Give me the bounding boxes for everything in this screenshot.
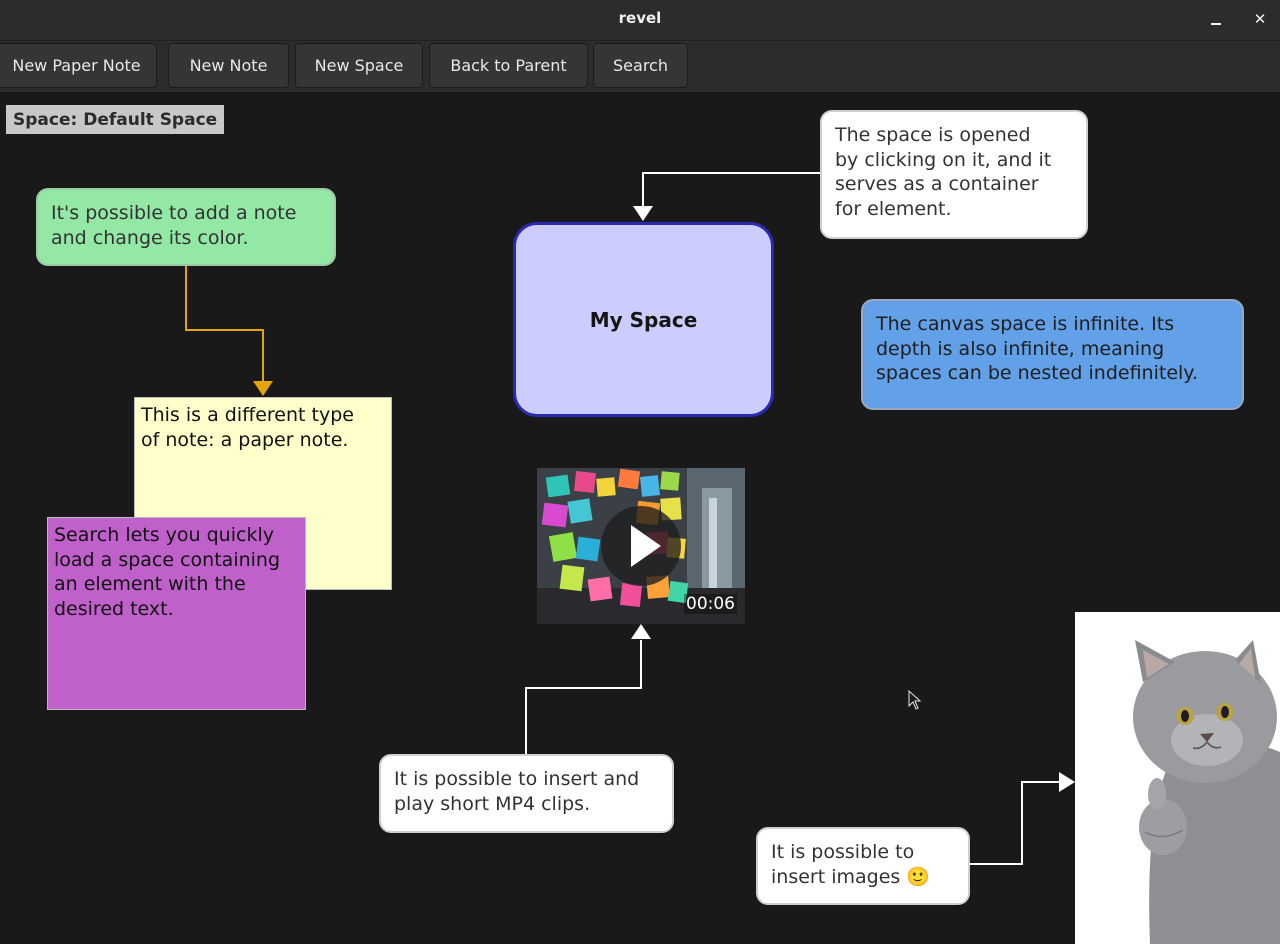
new-space-button[interactable]: New Space xyxy=(295,43,423,88)
toolbar: New Paper Note New Note New Space Back t… xyxy=(0,40,1280,92)
close-button[interactable]: ✕ xyxy=(1247,8,1273,32)
connector-mp4-to-video xyxy=(525,640,642,754)
video-duration: 00:06 xyxy=(684,594,737,614)
new-paper-note-button[interactable]: New Paper Note xyxy=(0,43,157,88)
arrowhead-video xyxy=(631,624,651,639)
play-button[interactable] xyxy=(601,506,681,586)
arrowhead-orange xyxy=(253,381,273,396)
minimize-icon xyxy=(1211,23,1221,25)
arrowhead-image xyxy=(1059,772,1075,792)
paper-note-purple[interactable]: Search lets you quickly load a space con… xyxy=(47,517,306,710)
mouse-pointer-icon xyxy=(908,690,922,710)
canvas[interactable]: Space: Default Space It's possible to ad… xyxy=(0,92,1280,944)
space-title: My Space xyxy=(589,307,698,332)
search-button[interactable]: Search xyxy=(593,43,688,88)
close-icon: ✕ xyxy=(1253,10,1267,28)
note-blue[interactable]: The canvas space is infinite. Its depth … xyxy=(861,299,1244,410)
connector-green-to-paper xyxy=(185,266,264,381)
play-icon xyxy=(631,525,661,567)
minimize-button[interactable] xyxy=(1203,8,1229,32)
window-title: revel xyxy=(618,9,662,27)
video-clip[interactable]: 00:06 xyxy=(537,468,745,624)
back-to-parent-button[interactable]: Back to Parent xyxy=(429,43,588,88)
title-bar[interactable]: revel ✕ xyxy=(0,0,1280,40)
note-images-info[interactable]: It is possible to insert images 🙂 xyxy=(756,827,970,905)
arrowhead-space xyxy=(633,206,653,221)
connector-images-to-cat xyxy=(970,781,1059,865)
current-space-label: Space: Default Space xyxy=(6,105,225,134)
kitten-picture xyxy=(1075,612,1280,944)
image-kitten[interactable] xyxy=(1075,612,1280,944)
space-my-space[interactable]: My Space xyxy=(513,222,774,417)
new-note-button[interactable]: New Note xyxy=(168,43,289,88)
note-green[interactable]: It's possible to add a note and change i… xyxy=(36,188,336,266)
note-mp4-info[interactable]: It is possible to insert and play short … xyxy=(379,754,674,833)
connector-info-to-space xyxy=(642,172,820,206)
app-window: revel ✕ New Paper Note New Note New Spac… xyxy=(0,0,1280,944)
note-space-info[interactable]: The space is opened by clicking on it, a… xyxy=(820,110,1088,239)
